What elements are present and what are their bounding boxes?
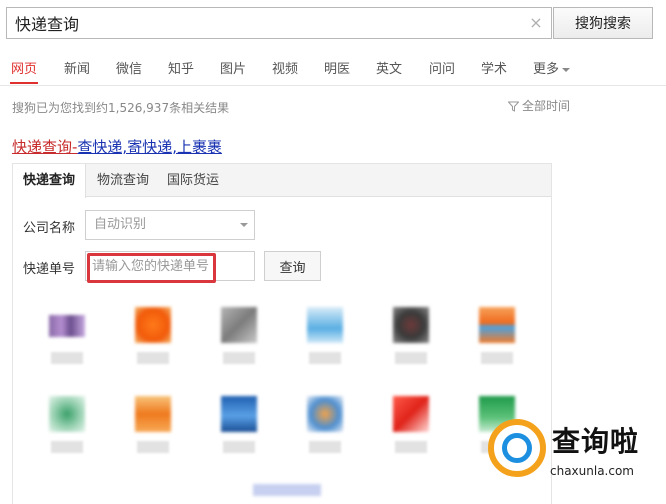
courier-logo-icon xyxy=(307,307,343,343)
tab-logistics-query[interactable]: 物流查询 xyxy=(87,164,159,197)
clear-icon[interactable]: × xyxy=(527,14,545,32)
courier-item[interactable] xyxy=(123,396,183,468)
card-tabs: 快递查询 物流查询 国际货运 xyxy=(13,164,551,198)
courier-item[interactable] xyxy=(295,396,355,468)
courier-logo-icon xyxy=(49,315,85,337)
watermark-brand: 查询啦 xyxy=(552,425,640,458)
courier-item[interactable] xyxy=(209,396,269,468)
time-filter[interactable]: 全部时间 xyxy=(508,97,570,114)
courier-item[interactable] xyxy=(467,307,527,379)
courier-name xyxy=(481,352,513,364)
courier-item[interactable] xyxy=(37,396,97,468)
courier-item[interactable] xyxy=(123,307,183,379)
search-input[interactable] xyxy=(7,8,527,38)
tab-english[interactable]: 英文 xyxy=(376,58,402,77)
result-title: 快递查询-查快递,寄快递,上裹裹 xyxy=(12,136,222,157)
chevron-down-icon xyxy=(240,223,248,227)
courier-logo-icon xyxy=(393,396,429,432)
courier-name xyxy=(395,352,427,364)
tracking-number-input[interactable] xyxy=(85,251,255,281)
tab-news[interactable]: 新闻 xyxy=(64,58,90,77)
query-button[interactable]: 查询 xyxy=(264,251,321,281)
result-count: 搜狗已为您找到约1,526,937条相关结果 xyxy=(12,101,230,115)
courier-logo-icon xyxy=(393,307,429,343)
courier-item[interactable] xyxy=(381,396,441,468)
active-tab-indicator xyxy=(10,82,38,84)
courier-name xyxy=(309,352,341,364)
tab-zhihu[interactable]: 知乎 xyxy=(168,58,194,77)
courier-name xyxy=(51,441,83,453)
courier-name xyxy=(395,441,427,453)
courier-logo-icon xyxy=(135,396,171,432)
search-button[interactable]: 搜狗搜索 xyxy=(553,7,653,39)
watermark-url: chaxunla.com xyxy=(550,464,634,478)
courier-logo-icon xyxy=(221,396,257,432)
company-label: 公司名称 xyxy=(23,221,76,236)
filter-icon xyxy=(508,101,519,112)
tracking-label: 快递单号 xyxy=(23,262,76,277)
courier-logo-icon xyxy=(49,396,85,432)
tab-wenwen[interactable]: 问问 xyxy=(429,58,455,77)
time-filter-label: 全部时间 xyxy=(522,99,571,113)
courier-name xyxy=(309,441,341,453)
watermark: 查询啦 chaxunla.com xyxy=(482,414,666,502)
chevron-down-icon xyxy=(562,67,571,72)
courier-logo-icon xyxy=(135,307,171,343)
courier-item[interactable] xyxy=(295,307,355,379)
courier-name xyxy=(137,352,169,364)
search-box: × xyxy=(6,7,552,39)
company-select[interactable]: 自动识别 xyxy=(85,210,255,240)
courier-name xyxy=(137,441,169,453)
tab-medical[interactable]: 明医 xyxy=(324,58,350,77)
tab-more[interactable]: 更多 xyxy=(533,58,571,77)
tab-web[interactable]: 网页 xyxy=(11,58,37,77)
courier-item[interactable] xyxy=(381,307,441,379)
courier-logo-icon xyxy=(479,307,515,343)
courier-name xyxy=(223,352,255,364)
tab-express-query[interactable]: 快递查询 xyxy=(13,164,87,198)
tab-scholar[interactable]: 学术 xyxy=(481,58,507,77)
courier-name xyxy=(223,441,255,453)
tab-international-freight[interactable]: 国际货运 xyxy=(157,164,229,197)
courier-item[interactable] xyxy=(37,307,97,379)
pager-link[interactable] xyxy=(253,484,321,496)
courier-logo-icon xyxy=(221,307,257,343)
express-query-card: 快递查询 物流查询 国际货运 公司名称 自动识别 快递单号 查询 xyxy=(12,163,552,504)
tab-wechat[interactable]: 微信 xyxy=(116,58,142,77)
tab-more-label: 更多 xyxy=(533,62,560,77)
company-select-value: 自动识别 xyxy=(94,217,147,232)
result-link-part2[interactable]: 查快递,寄快递,上裹裹 xyxy=(77,138,222,156)
magnifier-icon xyxy=(502,433,532,463)
courier-name xyxy=(51,352,83,364)
tab-video[interactable]: 视频 xyxy=(272,58,298,77)
tab-images[interactable]: 图片 xyxy=(220,58,246,77)
courier-item[interactable] xyxy=(209,307,269,379)
result-link-part1[interactable]: 快递查询- xyxy=(12,138,77,156)
courier-logo-icon xyxy=(307,396,343,432)
search-vertical-tabs: 网页 新闻 微信 知乎 图片 视频 明医 英文 问问 学术 更多 xyxy=(0,48,666,86)
